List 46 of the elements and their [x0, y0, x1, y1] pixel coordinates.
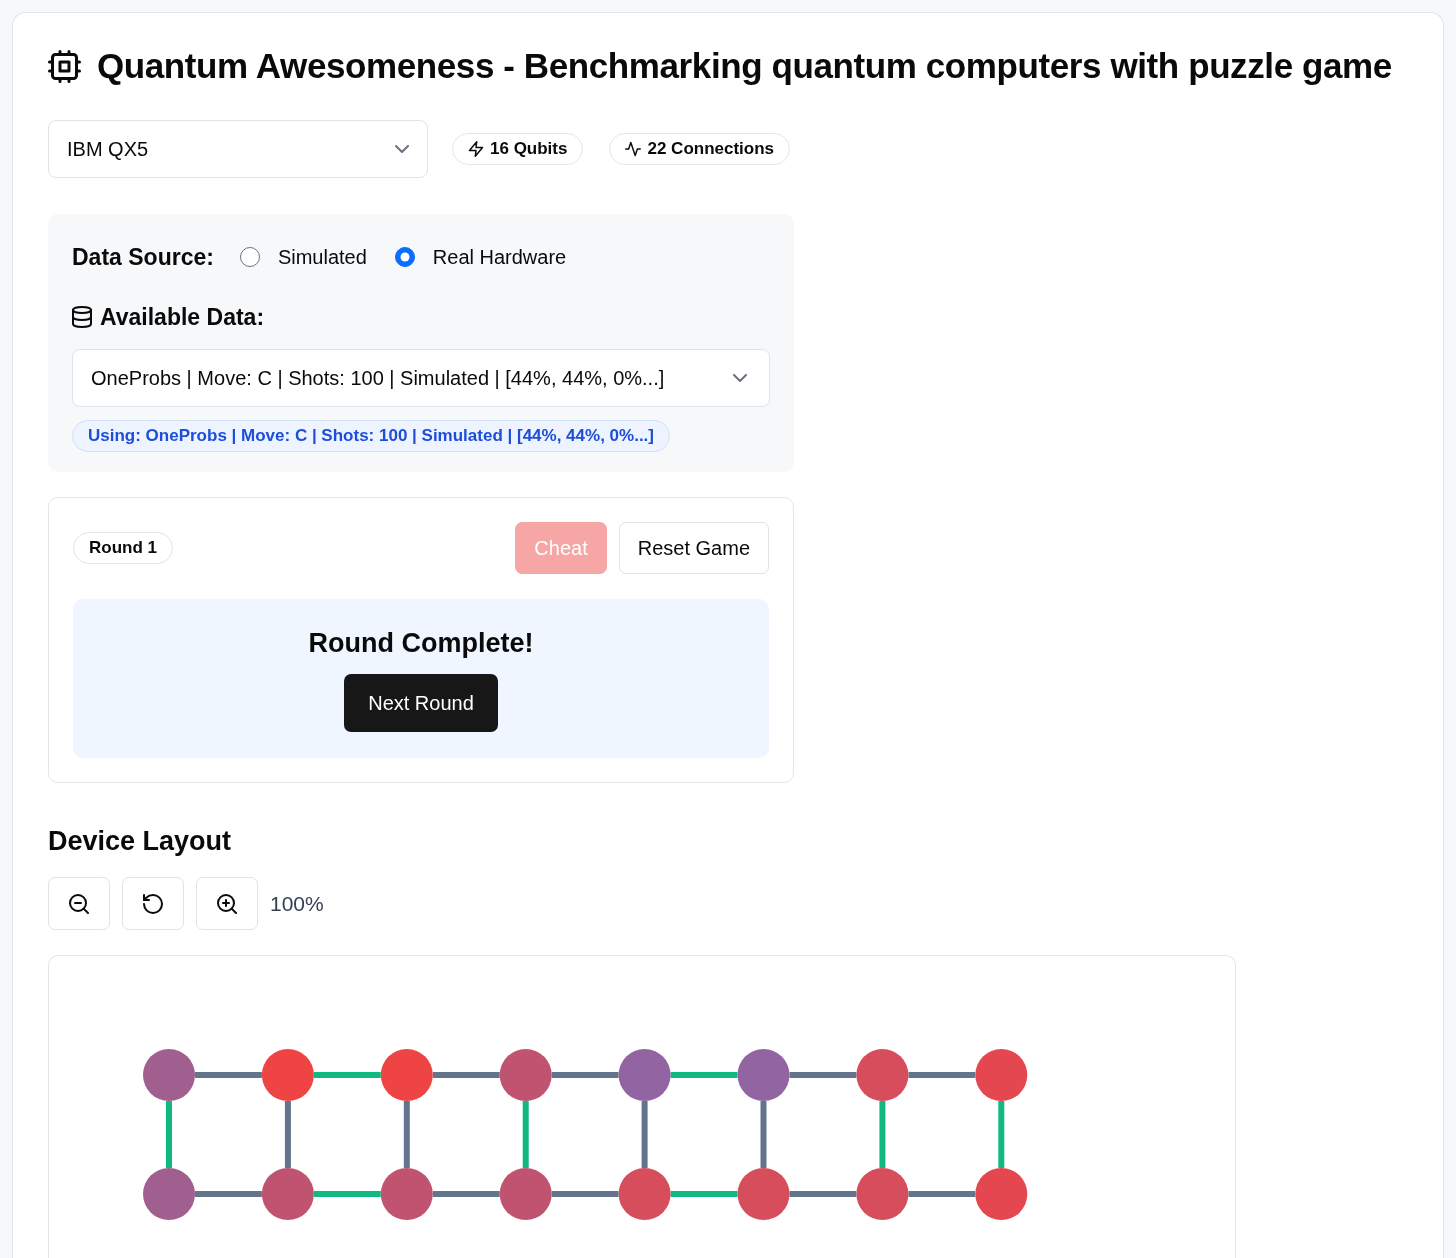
zoom-out-icon — [69, 893, 89, 914]
qubit-node[interactable] — [856, 1168, 909, 1220]
radio-label[interactable]: Simulated — [277, 242, 367, 273]
reset-game-button[interactable]: Reset Game — [618, 522, 769, 574]
section-heading: Device Layout — [48, 825, 232, 858]
pulse-icon — [625, 141, 642, 157]
radio-label[interactable]: Real Hardware — [432, 242, 567, 273]
status-message: Round Complete! — [307, 627, 535, 660]
round-badge: Round 1 — [73, 532, 173, 564]
qubit-node[interactable] — [618, 1168, 671, 1220]
zoom-level-text: 100% — [270, 890, 324, 917]
qubit-node[interactable] — [618, 1049, 671, 1101]
using-data-badge: Using: OneProbs | Move: C | Shots: 100 | Simulated | [44%, 44%, 0%...] — [72, 420, 670, 452]
lightning-icon — [468, 141, 484, 157]
data-select[interactable]: OneProbs | Move: C | Shots: 100 | Simulated | [44%, 44%, 0%...] — [72, 349, 770, 407]
database-icon — [72, 305, 92, 328]
qubit-node[interactable] — [499, 1049, 552, 1101]
qubit-node[interactable] — [975, 1049, 1028, 1101]
qubit-node[interactable] — [499, 1168, 552, 1220]
qubit-node[interactable] — [143, 1049, 195, 1101]
qubit-node[interactable] — [856, 1049, 909, 1101]
qubit-node[interactable] — [380, 1049, 433, 1101]
next-round-button[interactable]: Next Round — [344, 674, 498, 732]
rotate-left-icon — [143, 893, 163, 914]
qubit-node[interactable] — [975, 1168, 1028, 1220]
chevron-down-icon — [395, 145, 409, 153]
qubit-node[interactable] — [261, 1049, 314, 1101]
badge-label: 16 Qubits — [490, 138, 568, 161]
chip-icon — [48, 49, 81, 83]
reset-button[interactable] — [122, 877, 184, 930]
zoom-in-icon — [217, 893, 237, 914]
qubit-node[interactable] — [261, 1168, 314, 1220]
qubit-node[interactable] — [737, 1049, 790, 1101]
zoom-in-button[interactable] — [196, 877, 258, 930]
qubit-node[interactable] — [737, 1168, 790, 1220]
section-label: Available Data: — [100, 302, 265, 332]
page-title: Quantum Awesomeness - Benchmarking quantum computers with puzzle game — [97, 45, 1392, 87]
qubit-node[interactable] — [143, 1168, 195, 1220]
section-label: Data Source: — [72, 243, 214, 272]
badge-label: 22 Connections — [647, 138, 775, 161]
device-select[interactable]: IBM QX5 — [48, 120, 428, 178]
radio-button[interactable] — [239, 247, 260, 268]
zoom-out-button[interactable] — [48, 877, 110, 930]
qubit-node[interactable] — [380, 1168, 433, 1220]
radio-button[interactable] — [394, 247, 415, 268]
chevron-down-icon — [733, 374, 747, 382]
